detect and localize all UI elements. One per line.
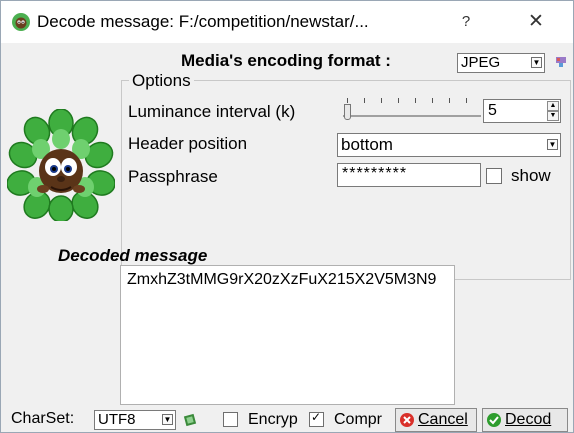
compress-checkbox[interactable] (309, 410, 324, 427)
passphrase-value: ********* (342, 165, 408, 182)
decode-dialog: Decode message: F:/competition/newstar/.… (0, 0, 574, 433)
decode-label: Decod (505, 411, 552, 428)
slider-tick (449, 98, 450, 103)
decoded-message-label: Decoded message (58, 246, 208, 265)
luminance-spinbox[interactable]: 5 ▲ ▼ (483, 99, 561, 123)
spin-down-icon[interactable]: ▼ (547, 111, 559, 121)
chevron-down-icon[interactable]: ▼ (547, 139, 558, 150)
encrypt-label: Encryp (248, 411, 298, 428)
options-title: Options (129, 71, 194, 91)
mascot-image (7, 109, 115, 221)
luminance-value: 5 (488, 102, 497, 119)
charset-book-icon (183, 413, 197, 427)
charset-select[interactable]: UTF8 ▼ (94, 410, 176, 430)
slider-tick (415, 98, 416, 103)
decoded-message-textarea[interactable]: ZmxhZ3tMMG9rX20zXzFuX215X2V5M3N9 (120, 265, 455, 405)
cancel-button[interactable]: Cancel (395, 408, 477, 432)
passphrase-label: Passphrase (128, 167, 218, 186)
encoding-format-value: JPEG (461, 54, 501, 71)
slider-tick (432, 98, 433, 103)
cancel-icon (400, 413, 414, 427)
window-title: Decode message: F:/competition/newstar/.… (37, 12, 369, 31)
charset-label: CharSet: (11, 410, 75, 427)
header-position-label: Header position (128, 134, 248, 153)
slider-track (343, 115, 481, 117)
dialog-content: Media's encoding format : JPEG ▼ Options… (1, 43, 573, 432)
header-position-select[interactable]: bottom ▼ (337, 133, 561, 157)
chevron-down-icon[interactable]: ▼ (531, 57, 542, 68)
encrypt-checkbox[interactable] (223, 412, 238, 427)
show-label: show (511, 166, 551, 185)
chevron-down-icon[interactable]: ▼ (162, 414, 173, 425)
cancel-label: Cancel (418, 411, 468, 428)
check-icon (487, 413, 501, 427)
close-button[interactable]: ✕ (521, 9, 551, 35)
header-position-value: bottom (341, 135, 393, 154)
app-mascot-icon (12, 13, 30, 31)
show-passphrase-checkbox[interactable] (486, 168, 502, 184)
charset-value: UTF8 (98, 411, 136, 428)
format-info-icon (556, 57, 566, 67)
decode-button[interactable]: Decod (482, 408, 568, 432)
passphrase-field[interactable]: ********* (337, 163, 481, 187)
title-bar[interactable]: Decode message: F:/competition/newstar/.… (1, 1, 573, 43)
slider-tick (398, 98, 399, 103)
encoding-format-select[interactable]: JPEG ▼ (457, 53, 545, 73)
compress-label: Compr (334, 411, 383, 428)
slider-tick (466, 98, 467, 103)
luminance-label: Luminance interval (k) (128, 102, 296, 121)
encoding-format-label: Media's encoding format : (181, 51, 391, 70)
slider-thumb[interactable] (344, 104, 351, 120)
luminance-slider[interactable] (339, 93, 485, 125)
help-button[interactable]: ? (451, 9, 481, 35)
slider-tick (381, 98, 382, 103)
slider-tick (347, 98, 348, 103)
spin-up-icon[interactable]: ▲ (547, 101, 559, 111)
slider-tick (364, 98, 365, 103)
